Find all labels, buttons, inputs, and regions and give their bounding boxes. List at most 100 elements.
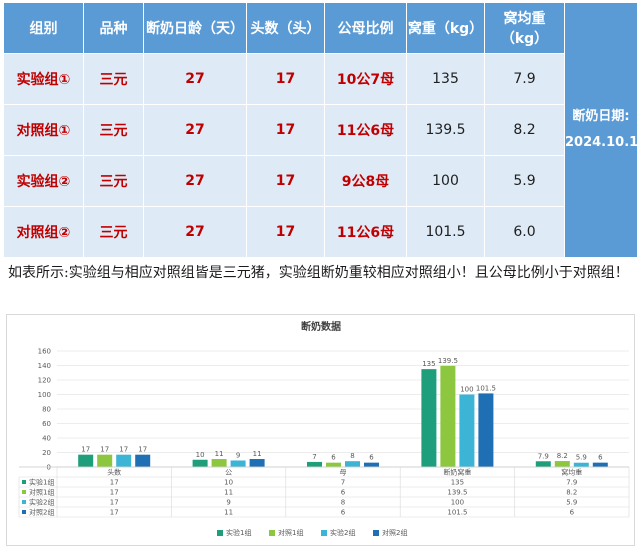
table-value: 6: [570, 509, 575, 517]
bar: [307, 461, 322, 467]
x-tick-label: 母: [340, 469, 347, 477]
header-cell: 公母比例: [324, 2, 407, 54]
bar: [573, 462, 589, 467]
legend-label: 对照2组: [382, 528, 407, 537]
bar: [78, 454, 94, 467]
bar: [459, 394, 475, 467]
data-label: 139.5: [438, 357, 458, 365]
breed-cell: 三元: [83, 53, 144, 105]
bar: [249, 459, 265, 467]
table-value: 9: [226, 499, 230, 507]
group-cell: 实验组①: [3, 53, 84, 105]
ratio-cell: 10公7母: [324, 53, 407, 105]
legend-swatch: [373, 530, 379, 536]
bar: [135, 454, 151, 467]
weaning-date-label: 断奶日期:: [572, 109, 630, 124]
table-row: 对照组② 三元 27 17 11公6母 101.5 6.0: [3, 206, 638, 258]
data-label: 101.5: [476, 384, 496, 392]
avg-weight-cell: 5.9: [484, 155, 565, 207]
bar: [192, 459, 208, 467]
weaning-date-value: 2024.10.18: [565, 135, 640, 150]
age-cell: 27: [143, 104, 247, 156]
bar: [421, 369, 437, 467]
avg-weight-cell: 7.9: [484, 53, 565, 105]
data-label: 17: [100, 446, 109, 454]
chart-canvas: 断奶数据 0 20 40 60 80 100 120 140 160 17 17 17 17 10 11 9 11…: [18, 320, 630, 537]
legend-key: [22, 510, 26, 514]
table-row: 实验组② 三元 27 17 9公8母 100 5.9: [3, 155, 638, 207]
table-value: 11: [224, 489, 233, 497]
bar: [116, 454, 132, 467]
group-cell: 对照组①: [3, 104, 84, 156]
y-tick-label: 40: [42, 435, 51, 443]
x-tick-label: 头数: [107, 468, 121, 477]
legend-label: 对照1组: [278, 528, 303, 537]
chart-title: 断奶数据: [301, 320, 341, 333]
bar: [554, 461, 570, 467]
age-cell: 27: [143, 155, 247, 207]
x-tick-label: 公: [225, 469, 232, 477]
table-row: 对照组① 三元 27 17 11公6母 139.5 8.2: [3, 104, 638, 156]
table-value: 10: [224, 479, 233, 487]
data-label: 100: [460, 386, 473, 394]
y-tick-label: 80: [42, 406, 51, 414]
data-label: 11: [215, 450, 224, 458]
legend-label: 实验1组: [226, 528, 251, 537]
avg-weight-cell: 6.0: [484, 206, 565, 258]
series-name: 对照2组: [29, 508, 54, 517]
data-label: 5.9: [576, 454, 587, 462]
weaning-chart: 断奶数据 0 20 40 60 80 100 120 140 160 17 17 17 17 10 11 9 11…: [6, 314, 635, 546]
ratio-cell: 11公6母: [324, 104, 407, 156]
table-value: 17: [110, 479, 119, 487]
bar: [364, 462, 379, 467]
data-label: 6: [598, 454, 603, 462]
header-cell: 断奶日龄（天）: [143, 2, 247, 54]
bar: [440, 365, 456, 467]
legend-swatch: [269, 530, 275, 536]
data-label: 8.2: [557, 452, 568, 460]
bar: [211, 459, 227, 467]
group-cell: 实验组②: [3, 155, 84, 207]
data-label: 8: [350, 452, 354, 460]
breed-cell: 三元: [83, 155, 144, 207]
bar: [326, 462, 341, 467]
table-value: 7.9: [566, 479, 577, 487]
table-value: 8: [341, 499, 345, 507]
y-tick-label: 60: [42, 420, 51, 428]
bar: [535, 461, 551, 467]
summary-paragraph: 如表所示:实验组与相应对照组皆是三元猪，实验组断奶重较相应对照组小！且公母比例小…: [8, 265, 629, 281]
ratio-cell: 11公6母: [324, 206, 407, 258]
table-value: 17: [110, 499, 119, 507]
data-label: 17: [138, 446, 147, 454]
series-name: 对照1组: [29, 488, 54, 497]
ratio-cell: 9公8母: [324, 155, 407, 207]
data-label: 6: [331, 454, 336, 462]
group-cell: 对照组②: [3, 206, 84, 258]
data-label: 17: [81, 446, 90, 454]
bar: [345, 461, 360, 467]
table-value: 135: [451, 479, 464, 487]
header-cell: 窝均重（kg）: [484, 2, 565, 54]
table-value: 6: [341, 489, 346, 497]
y-tick-label: 120: [38, 377, 51, 385]
legend-key: [22, 490, 26, 494]
y-tick-label: 140: [38, 362, 51, 370]
table-value: 100: [451, 499, 464, 507]
series-name: 实验1组: [29, 478, 54, 487]
bar: [97, 454, 113, 467]
data-label: 9: [236, 451, 240, 459]
y-tick-label: 0: [47, 464, 51, 472]
count-cell: 17: [246, 155, 325, 207]
series-name: 实验2组: [29, 498, 54, 507]
data-label: 6: [369, 454, 374, 462]
count-cell: 17: [246, 53, 325, 105]
count-cell: 17: [246, 206, 325, 258]
header-cell: 组别: [3, 2, 84, 54]
data-label: 7: [312, 453, 316, 461]
legend-key: [22, 480, 26, 484]
table-value: 101.5: [447, 509, 467, 517]
table-row: 实验组① 三元 27 17 10公7母 135 7.9: [3, 53, 638, 105]
legend-swatch: [217, 530, 223, 536]
legend-label: 实验2组: [330, 528, 355, 537]
data-label: 11: [253, 450, 262, 458]
